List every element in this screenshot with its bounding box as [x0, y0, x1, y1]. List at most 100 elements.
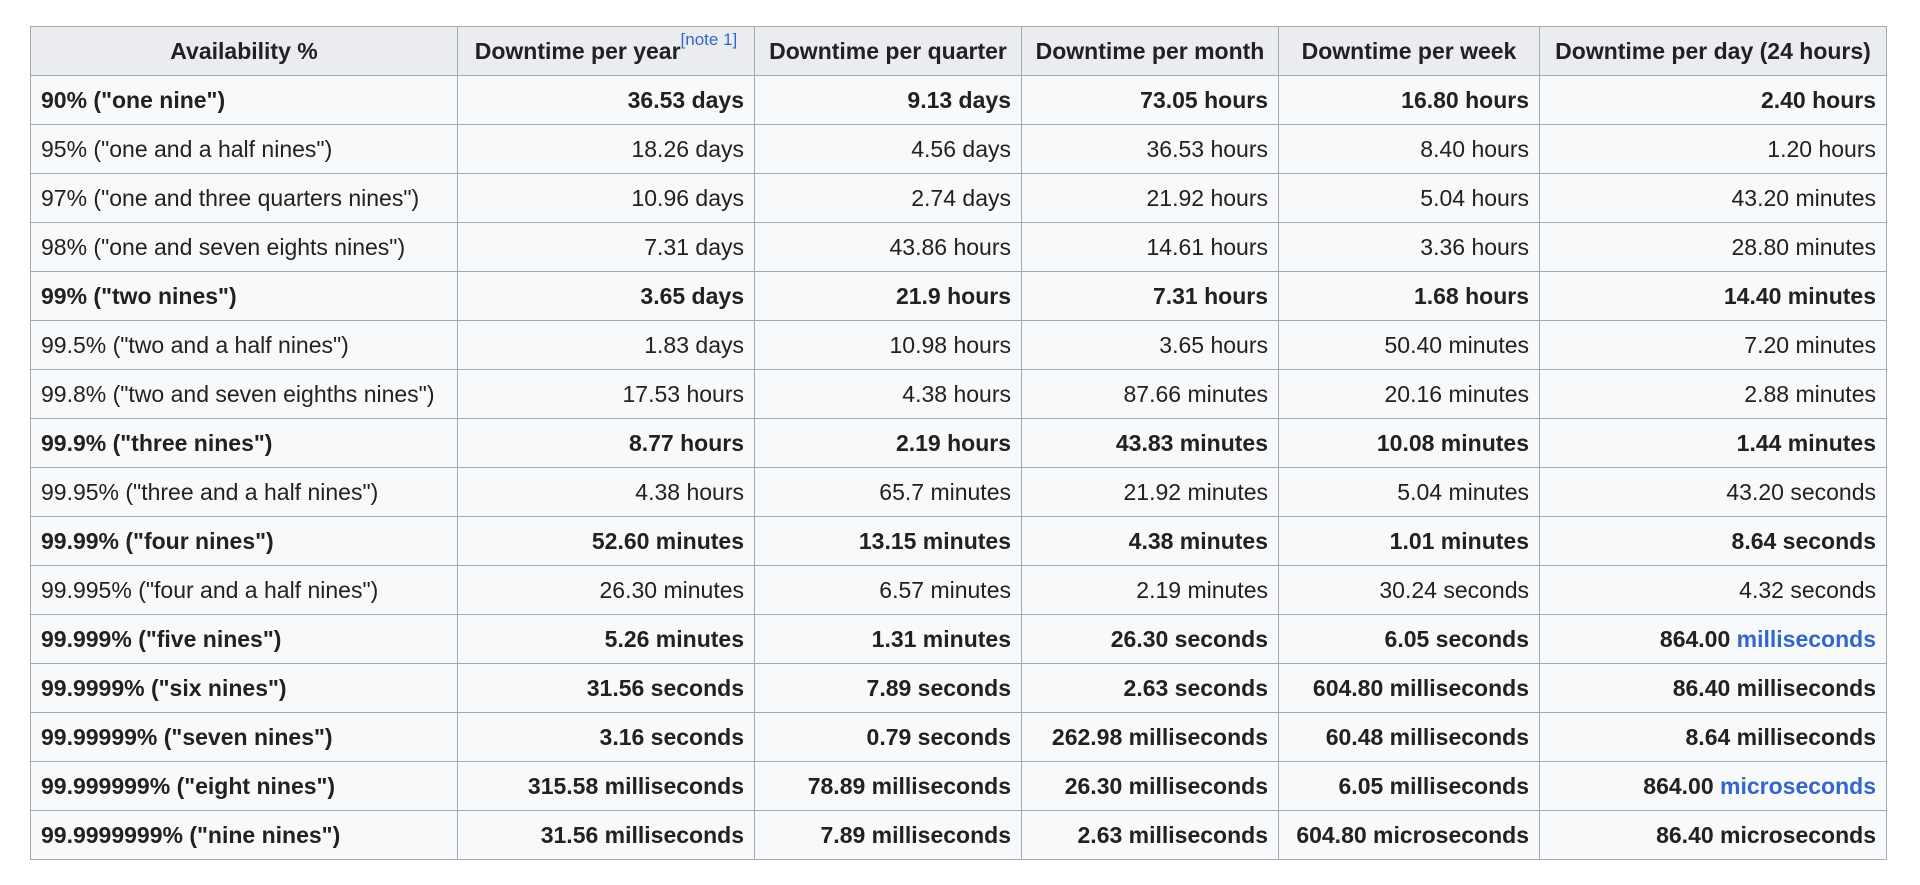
downtime-quarter-cell: 43.86 hours: [754, 222, 1022, 272]
downtime-week-cell: 604.80 milliseconds: [1278, 663, 1540, 713]
header-downtime-day: Downtime per day (24 hours): [1539, 26, 1887, 76]
downtime-week-cell: 6.05 milliseconds: [1278, 761, 1540, 811]
table-row: 90% ("one nine") 36.53 days 9.13 days 73.05…: [30, 75, 1887, 125]
header-downtime-week: Downtime per week: [1278, 26, 1540, 76]
downtime-month-cell: 73.05 hours: [1021, 75, 1279, 125]
table-row: 99.99999% ("seven nines") 3.16 seconds 0.7…: [30, 712, 1887, 762]
downtime-week-cell: 10.08 minutes: [1278, 418, 1540, 468]
downtime-year-cell: 4.38 hours: [457, 467, 755, 517]
availability-cell: 99.99% ("four nines"): [30, 516, 458, 566]
downtime-week-cell: 6.05 seconds: [1278, 614, 1540, 664]
availability-cell: 90% ("one nine"): [30, 75, 458, 125]
downtime-quarter-cell: 4.56 days: [754, 124, 1022, 174]
downtime-quarter-cell: 7.89 milliseconds: [754, 810, 1022, 860]
availability-cell: 99.99999% ("seven nines"): [30, 712, 458, 762]
downtime-month-cell: 7.31 hours: [1021, 271, 1279, 321]
downtime-year-cell: 18.26 days: [457, 124, 755, 174]
downtime-day-cell: 2.88 minutes: [1539, 369, 1887, 419]
header-label: Downtime per day (24 hours): [1555, 37, 1871, 64]
downtime-month-cell: 14.61 hours: [1021, 222, 1279, 272]
downtime-year-cell: 31.56 seconds: [457, 663, 755, 713]
availability-cell: 99.5% ("two and a half nines"): [30, 320, 458, 370]
header-label: Downtime per year: [474, 37, 681, 64]
availability-cell: 99.9999% ("six nines"): [30, 663, 458, 713]
table-row: 99.9999999% ("nine nines") 31.56 millisec…: [30, 810, 1887, 860]
table-row: 99.999% ("five nines") 5.26 minutes 1.31 m…: [30, 614, 1887, 664]
availability-cell: 99.999% ("five nines"): [30, 614, 458, 664]
availability-cell: 95% ("one and a half nines"): [30, 124, 458, 174]
header-label: Downtime per month: [1035, 37, 1265, 64]
downtime-quarter-cell: 2.74 days: [754, 173, 1022, 223]
downtime-month-cell: 3.65 hours: [1021, 320, 1279, 370]
table-row: 99.9% ("three nines") 8.77 hours 2.19 hour…: [30, 418, 1887, 468]
table-row: 99.95% ("three and a half nines") 4.38 ho…: [30, 467, 1887, 517]
downtime-quarter-cell: 4.38 hours: [754, 369, 1022, 419]
availability-cell: 99.95% ("three and a half nines"): [30, 467, 458, 517]
table-row: 95% ("one and a half nines") 18.26 days 4.…: [30, 124, 1887, 174]
downtime-year-cell: 31.56 milliseconds: [457, 810, 755, 860]
downtime-quarter-cell: 7.89 seconds: [754, 663, 1022, 713]
downtime-year-cell: 3.65 days: [457, 271, 755, 321]
downtime-month-cell: 2.63 seconds: [1021, 663, 1279, 713]
value-number: 864.00: [1643, 772, 1721, 799]
table-row: 99% ("two nines") 3.65 days 21.9 hours 7.31…: [30, 271, 1887, 321]
downtime-month-cell: 36.53 hours: [1021, 124, 1279, 174]
downtime-week-cell: 604.80 microseconds: [1278, 810, 1540, 860]
downtime-year-cell: 52.60 minutes: [457, 516, 755, 566]
downtime-week-cell: 1.01 minutes: [1278, 516, 1540, 566]
note-1-link[interactable]: [note 1]: [681, 30, 738, 49]
downtime-week-cell: 60.48 milliseconds: [1278, 712, 1540, 762]
downtime-week-cell: 50.40 minutes: [1278, 320, 1540, 370]
downtime-week-cell: 3.36 hours: [1278, 222, 1540, 272]
downtime-month-cell: 26.30 seconds: [1021, 614, 1279, 664]
availability-cell: 97% ("one and three quarters nines"): [30, 173, 458, 223]
downtime-year-cell: 1.83 days: [457, 320, 755, 370]
table-row: 97% ("one and three quarters nines") 10.9…: [30, 173, 1887, 223]
downtime-day-cell: 28.80 minutes: [1539, 222, 1887, 272]
downtime-day-cell: 43.20 seconds: [1539, 467, 1887, 517]
availability-cell: 99.8% ("two and seven eighths nines"): [30, 369, 458, 419]
header-downtime-year: Downtime per year[note 1]: [457, 26, 755, 76]
table-row: 99.999999% ("eight nines") 315.58 millise…: [30, 761, 1887, 811]
downtime-year-cell: 3.16 seconds: [457, 712, 755, 762]
downtime-day-cell: 4.32 seconds: [1539, 565, 1887, 615]
downtime-year-cell: 36.53 days: [457, 75, 755, 125]
downtime-quarter-cell: 21.9 hours: [754, 271, 1022, 321]
downtime-quarter-cell: 65.7 minutes: [754, 467, 1022, 517]
table-body: 90% ("one nine") 36.53 days 9.13 days 73.05…: [30, 75, 1887, 860]
downtime-year-cell: 17.53 hours: [457, 369, 755, 419]
availability-table: Availability % Downtime per year[note 1]…: [30, 26, 1887, 860]
unit-link[interactable]: milliseconds: [1737, 626, 1876, 652]
downtime-day-cell: 1.20 hours: [1539, 124, 1887, 174]
downtime-month-cell: 21.92 minutes: [1021, 467, 1279, 517]
downtime-week-cell: 16.80 hours: [1278, 75, 1540, 125]
header-downtime-quarter: Downtime per quarter: [754, 26, 1022, 76]
availability-cell: 99.999999% ("eight nines"): [30, 761, 458, 811]
downtime-day-cell: 7.20 minutes: [1539, 320, 1887, 370]
downtime-year-cell: 5.26 minutes: [457, 614, 755, 664]
downtime-day-cell: 2.40 hours: [1539, 75, 1887, 125]
availability-cell: 98% ("one and seven eights nines"): [30, 222, 458, 272]
downtime-quarter-cell: 9.13 days: [754, 75, 1022, 125]
downtime-month-cell: 43.83 minutes: [1021, 418, 1279, 468]
downtime-day-cell: 14.40 minutes: [1539, 271, 1887, 321]
header-availability: Availability %: [30, 26, 458, 76]
downtime-year-cell: 26.30 minutes: [457, 565, 755, 615]
downtime-day-cell: 8.64 seconds: [1539, 516, 1887, 566]
table-row: 99.995% ("four and a half nines") 26.30 m…: [30, 565, 1887, 615]
table-row: 98% ("one and seven eights nines") 7.31 d…: [30, 222, 1887, 272]
downtime-quarter-cell: 2.19 hours: [754, 418, 1022, 468]
downtime-week-cell: 5.04 minutes: [1278, 467, 1540, 517]
downtime-month-cell: 2.19 minutes: [1021, 565, 1279, 615]
downtime-day-cell: 864.00 microseconds: [1539, 761, 1887, 811]
header-label: Downtime per quarter: [769, 37, 1007, 64]
downtime-quarter-cell: 0.79 seconds: [754, 712, 1022, 762]
availability-cell: 99.9% ("three nines"): [30, 418, 458, 468]
value-number: 864.00: [1659, 625, 1737, 652]
downtime-day-cell: 864.00 milliseconds: [1539, 614, 1887, 664]
downtime-month-cell: 26.30 milliseconds: [1021, 761, 1279, 811]
downtime-month-cell: 262.98 milliseconds: [1021, 712, 1279, 762]
unit-link[interactable]: microseconds: [1720, 773, 1876, 799]
downtime-year-cell: 315.58 milliseconds: [457, 761, 755, 811]
downtime-week-cell: 5.04 hours: [1278, 173, 1540, 223]
